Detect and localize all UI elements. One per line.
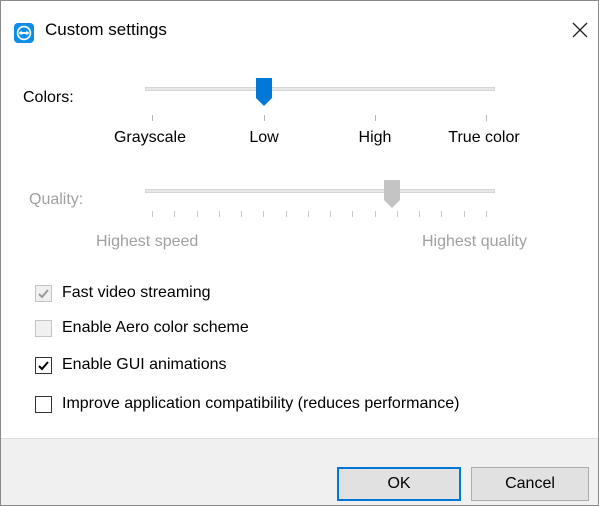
colors-step-true-color: True color [448,129,520,146]
custom-settings-dialog: Custom settings Colors: Grayscale Low Hi… [0,0,599,506]
quality-tick [196,211,198,217]
aero-color-scheme-label: Enable Aero color scheme [62,319,249,336]
fast-video-streaming-label: Fast video streaming [62,284,211,301]
quality-tick [285,211,287,217]
colors-step-high: High [358,129,392,146]
quality-tick [152,211,153,217]
quality-tick [263,211,265,217]
quality-tick [441,211,443,217]
gui-animations-checkbox[interactable] [35,356,52,374]
quality-slider-track [145,189,495,193]
close-icon [572,22,588,38]
aero-color-scheme-option: Enable Aero color scheme [35,317,249,339]
colors-slider-thumb[interactable] [256,78,272,106]
colors-slider-track [145,87,495,91]
quality-slider-thumb [384,180,401,208]
quality-tick [486,211,487,217]
quality-max-label: Highest quality [422,233,527,250]
title-bar: Custom settings [1,1,598,47]
aero-color-scheme-checkbox [35,319,52,337]
quality-tick [174,211,176,217]
quality-tick [374,211,376,217]
app-compatibility-checkbox[interactable] [35,395,52,413]
quality-min-label: Highest speed [96,233,199,250]
ok-button[interactable]: OK [337,467,461,501]
checkmark-icon [38,288,49,298]
quality-tick [307,211,309,217]
colors-tick [152,115,153,121]
quality-tick [241,211,243,217]
fast-video-streaming-option: Fast video streaming [35,282,211,304]
app-compatibility-option[interactable]: Improve application compatibility (reduc… [35,393,460,415]
colors-step-grayscale: Grayscale [113,129,187,146]
colors-tick [264,115,265,121]
window-title: Custom settings [45,20,167,39]
button-bar: OK Cancel [1,439,598,505]
colors-tick [486,115,487,121]
teamviewer-icon [14,23,34,43]
quality-tick [218,211,220,217]
gui-animations-label[interactable]: Enable GUI animations [62,356,227,374]
colors-label: Colors: [23,89,74,106]
quality-tick [396,211,398,217]
quality-tick [419,211,421,217]
colors-step-low: Low [249,129,279,146]
colors-tick [375,115,376,121]
gui-animations-option[interactable]: Enable GUI animations [35,354,227,376]
quality-label: Quality: [29,191,84,208]
quality-tick [330,211,332,217]
cancel-button[interactable]: Cancel [471,467,589,501]
app-compatibility-label[interactable]: Improve application compatibility (reduc… [62,395,460,413]
quality-tick [463,211,465,217]
checkmark-icon [38,360,49,370]
quality-tick [352,211,354,217]
fast-video-streaming-checkbox [35,284,52,302]
close-button[interactable] [565,15,595,45]
